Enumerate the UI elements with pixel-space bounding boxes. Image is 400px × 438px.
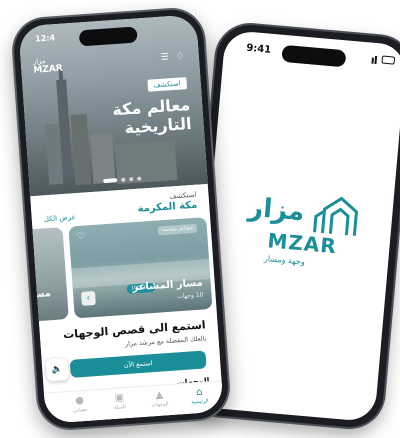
user-icon: ● bbox=[74, 395, 85, 407]
tab-label: السلة bbox=[114, 404, 127, 411]
hero-tag: استكشف bbox=[147, 77, 188, 92]
home-screen: 12:4 مزار MZAR ♢ ☰ استكشف معالم مكة التا… bbox=[18, 14, 224, 424]
menu-icon[interactable]: ☰ bbox=[160, 52, 169, 63]
signal-icon bbox=[374, 55, 378, 65]
card-tag: مشاعر مقدسة bbox=[157, 223, 198, 236]
tab-label: حسابي bbox=[72, 406, 88, 414]
app-logo: مزار MZAR bbox=[33, 56, 64, 76]
card-subtitle: 10 وجهات bbox=[176, 291, 204, 301]
tab-label: الرئيسية bbox=[191, 398, 209, 406]
listen-now-button[interactable]: استمع الآن bbox=[69, 350, 207, 378]
view-all-link[interactable]: عرض الكل bbox=[44, 213, 76, 223]
status-time: 9:41 bbox=[245, 42, 272, 56]
front-phone: 12:4 مزار MZAR ♢ ☰ استكشف معالم مكة التا… bbox=[11, 7, 231, 431]
dynamic-island bbox=[281, 44, 347, 68]
mzar-logo: مزار MZAR وجهة ومسار bbox=[223, 181, 380, 284]
heart-icon[interactable]: ♡ bbox=[77, 232, 86, 243]
speaker-icon[interactable]: 🔈 bbox=[45, 358, 70, 382]
status-time: 12:4 bbox=[34, 33, 56, 44]
stories-subtitle: بالعلك المفضلة مع مرشد مزار bbox=[124, 334, 207, 349]
dynamic-island bbox=[78, 26, 138, 47]
hero-banner[interactable]: 12:4 مزار MZAR ♢ ☰ استكشف معالم مكة التا… bbox=[18, 14, 208, 197]
tab-cart[interactable]: ▣ السلة bbox=[104, 392, 135, 412]
map-icon: ▲ bbox=[155, 389, 164, 402]
tab-home[interactable]: ⌂ الرئيسية bbox=[184, 386, 215, 406]
home-icon: ⌂ bbox=[195, 386, 203, 399]
section-title: مكة المكرمة bbox=[137, 199, 198, 215]
tab-account[interactable]: ● حسابي bbox=[64, 394, 95, 414]
route-card[interactable]: ♡ مشاعر مقدسة 100 ريال مسار المشاعر 10 و… bbox=[68, 217, 213, 319]
bell-icon[interactable]: ♢ bbox=[176, 51, 186, 63]
battery-icon bbox=[381, 55, 396, 65]
cart-icon: ▣ bbox=[114, 392, 125, 404]
logo-arabic: مزار bbox=[247, 192, 306, 228]
tab-label: الوجهات bbox=[151, 401, 169, 409]
route-card[interactable]: مسار bbox=[18, 227, 69, 322]
slide-dot-active[interactable] bbox=[103, 178, 118, 184]
tab-destinations[interactable]: ▲ الوجهات bbox=[144, 389, 175, 409]
card-title: مسار bbox=[24, 288, 52, 301]
logo-latin: MZAR bbox=[33, 63, 64, 76]
building bbox=[89, 132, 116, 184]
hero-title: معالم مكة التاريخية bbox=[111, 94, 193, 138]
arrow-left-icon[interactable]: ‹ bbox=[80, 290, 96, 306]
